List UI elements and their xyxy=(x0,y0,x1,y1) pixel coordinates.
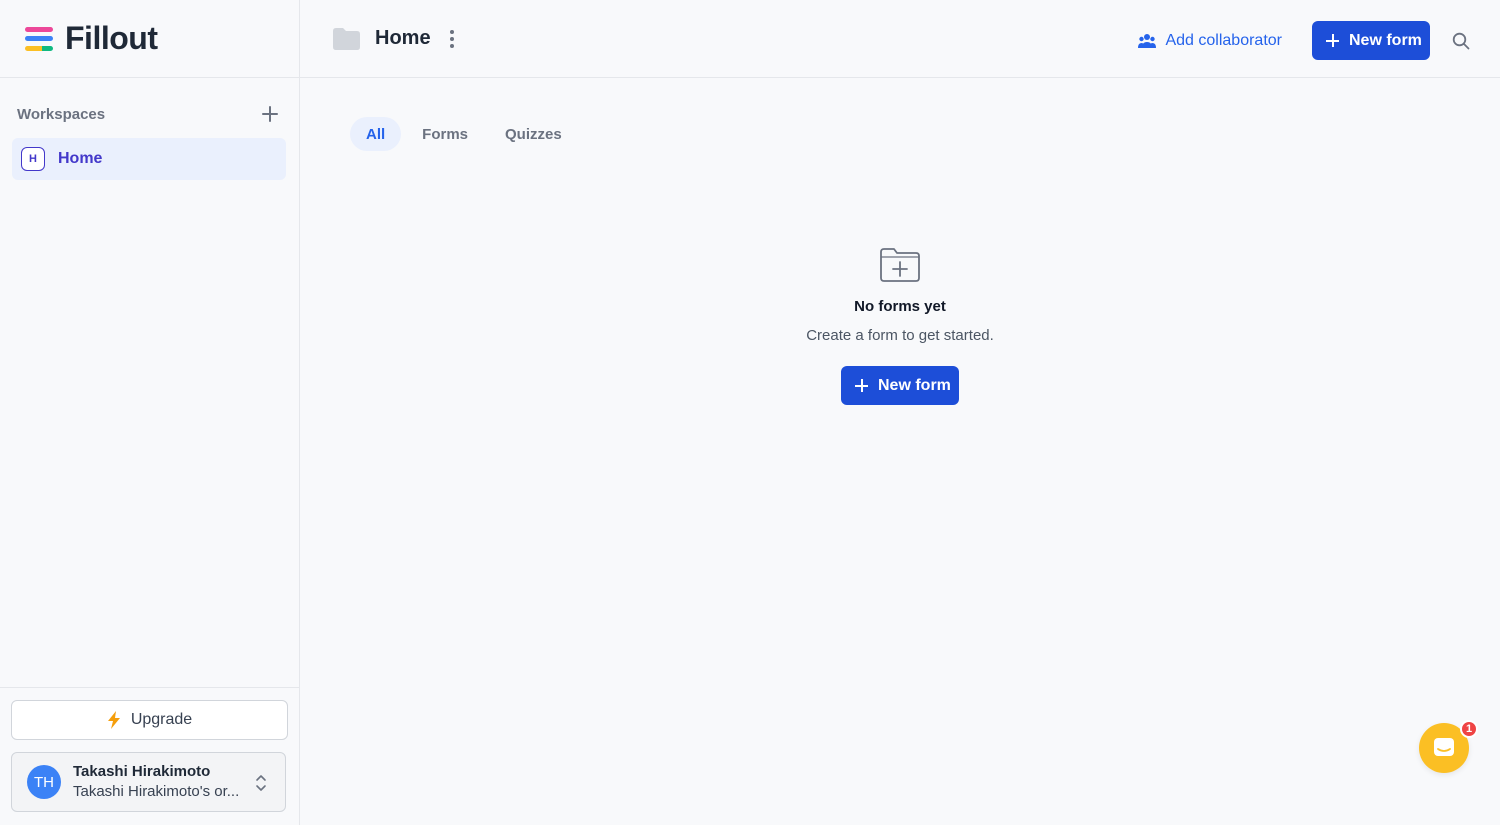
sidebar-item-label: Home xyxy=(58,150,103,167)
plus-icon xyxy=(855,379,868,392)
tab-quizzes[interactable]: Quizzes xyxy=(489,117,578,151)
topbar: Home Add collaborator New form xyxy=(300,0,1500,78)
workspace-badge: H xyxy=(21,147,45,171)
account-switcher[interactable]: TH Takashi Hirakimoto Takashi Hirakimoto… xyxy=(11,752,286,812)
lightning-bolt-icon xyxy=(107,711,120,729)
chevron-up-down-icon xyxy=(256,775,266,791)
user-org: Takashi Hirakimoto's or... xyxy=(73,783,240,800)
brand: Fillout xyxy=(0,0,299,78)
upgrade-label: Upgrade xyxy=(130,711,193,728)
user-info: Takashi Hirakimoto Takashi Hirakimoto's … xyxy=(73,762,239,802)
new-form-button[interactable]: New form xyxy=(1312,21,1430,60)
search-icon[interactable] xyxy=(1452,32,1470,50)
tab-all[interactable]: All xyxy=(350,117,402,151)
add-collaborator-label: Add collaborator xyxy=(1165,31,1282,49)
sidebar-footer: Upgrade TH Takashi Hirakimoto Takashi Hi… xyxy=(0,687,299,825)
users-icon xyxy=(1138,33,1157,48)
filter-tabs: All Forms Quizzes xyxy=(350,117,583,151)
folder-icon xyxy=(333,27,360,50)
folder-plus-icon xyxy=(880,248,920,282)
add-workspace-plus-icon[interactable] xyxy=(261,105,279,123)
sidebar: Fillout Workspaces H Home Upgrade TH Tak… xyxy=(0,0,300,825)
page-title: Home xyxy=(375,27,431,49)
main-content: Home Add collaborator New form All Forms… xyxy=(300,0,1500,825)
notification-badge: 1 xyxy=(1460,720,1478,738)
new-form-label: New form xyxy=(878,376,951,394)
top-actions: Add collaborator New form xyxy=(1138,21,1470,60)
empty-state: No forms yet Create a form to get starte… xyxy=(300,247,1500,405)
add-collaborator-button[interactable]: Add collaborator xyxy=(1138,32,1282,50)
avatar: TH xyxy=(27,765,61,799)
app-root: Fillout Workspaces H Home Upgrade TH Tak… xyxy=(0,0,1500,825)
sidebar-item-home[interactable]: H Home xyxy=(12,138,286,180)
workspaces-header: Workspaces xyxy=(0,104,299,124)
upgrade-button[interactable]: Upgrade xyxy=(11,700,288,740)
brand-name: Fillout xyxy=(65,20,158,56)
more-options-icon[interactable] xyxy=(449,29,455,48)
workspaces-title: Workspaces xyxy=(17,105,106,123)
new-form-label: New form xyxy=(1349,31,1422,49)
chat-icon xyxy=(1434,738,1454,756)
user-name: Takashi Hirakimoto xyxy=(73,763,211,780)
empty-state-title: No forms yet xyxy=(854,298,946,315)
tab-forms[interactable]: Forms xyxy=(406,117,484,151)
empty-state-subtitle: Create a form to get started. xyxy=(806,327,994,344)
plus-icon xyxy=(1326,34,1339,47)
chat-launcher[interactable]: 1 xyxy=(1419,720,1478,773)
empty-new-form-button[interactable]: New form xyxy=(841,366,959,405)
fillout-logo-icon xyxy=(25,26,53,51)
